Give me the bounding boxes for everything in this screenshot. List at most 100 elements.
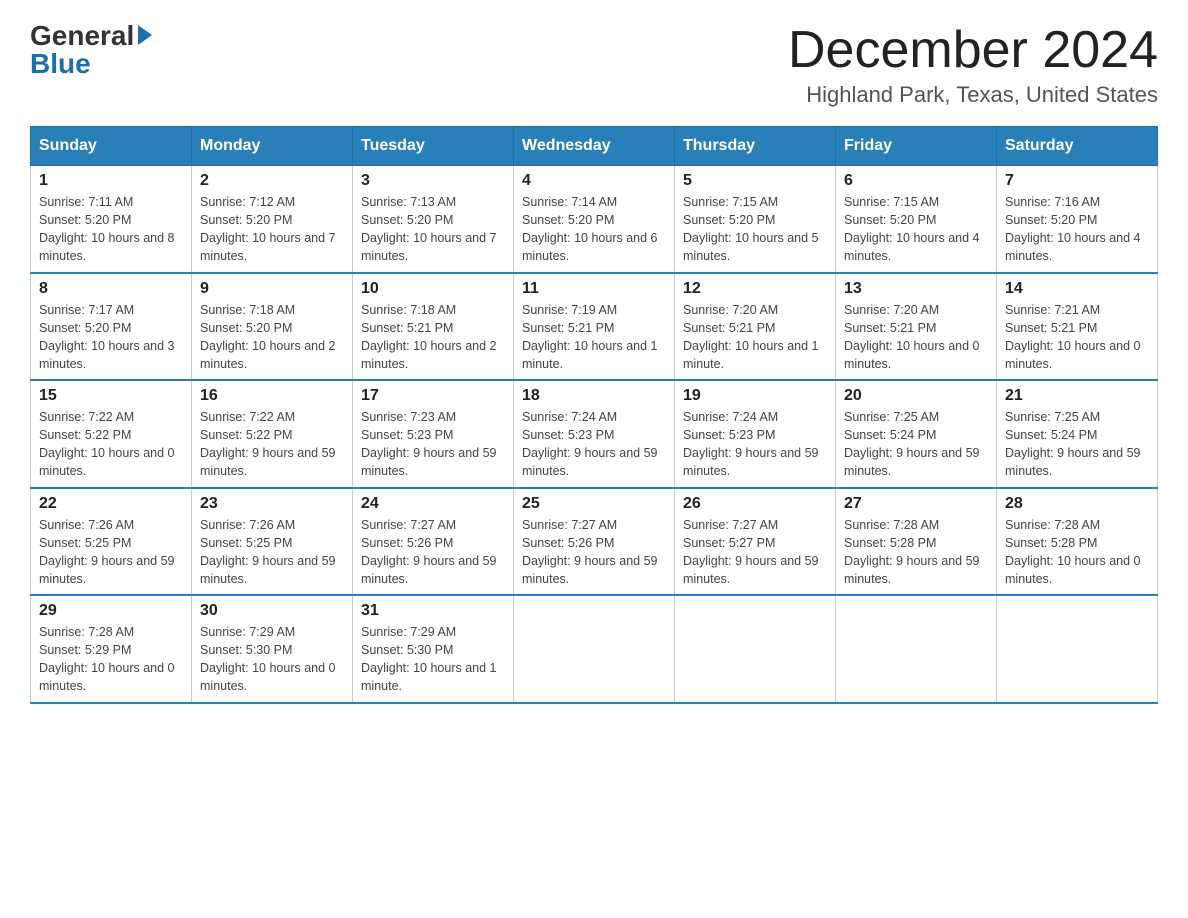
- calendar-cell: 7 Sunrise: 7:16 AM Sunset: 5:20 PM Dayli…: [997, 166, 1158, 273]
- day-number: 13: [844, 280, 988, 298]
- day-number: 26: [683, 495, 827, 513]
- day-number: 10: [361, 280, 505, 298]
- calendar-cell: 13 Sunrise: 7:20 AM Sunset: 5:21 PM Dayl…: [836, 273, 997, 381]
- month-title: December 2024: [788, 20, 1158, 80]
- calendar-cell: 15 Sunrise: 7:22 AM Sunset: 5:22 PM Dayl…: [31, 380, 192, 488]
- day-info: Sunrise: 7:28 AM Sunset: 5:28 PM Dayligh…: [844, 516, 988, 589]
- calendar-cell: 26 Sunrise: 7:27 AM Sunset: 5:27 PM Dayl…: [675, 488, 836, 596]
- calendar-cell: 17 Sunrise: 7:23 AM Sunset: 5:23 PM Dayl…: [353, 380, 514, 488]
- day-number: 24: [361, 495, 505, 513]
- calendar-cell: 25 Sunrise: 7:27 AM Sunset: 5:26 PM Dayl…: [514, 488, 675, 596]
- day-info: Sunrise: 7:19 AM Sunset: 5:21 PM Dayligh…: [522, 301, 666, 374]
- calendar-cell: 5 Sunrise: 7:15 AM Sunset: 5:20 PM Dayli…: [675, 166, 836, 273]
- day-number: 18: [522, 387, 666, 405]
- day-number: 27: [844, 495, 988, 513]
- calendar-cell: 6 Sunrise: 7:15 AM Sunset: 5:20 PM Dayli…: [836, 166, 997, 273]
- day-number: 9: [200, 280, 344, 298]
- calendar-cell: 30 Sunrise: 7:29 AM Sunset: 5:30 PM Dayl…: [192, 595, 353, 703]
- day-number: 5: [683, 172, 827, 190]
- calendar-cell: 1 Sunrise: 7:11 AM Sunset: 5:20 PM Dayli…: [31, 166, 192, 273]
- calendar-cell: 27 Sunrise: 7:28 AM Sunset: 5:28 PM Dayl…: [836, 488, 997, 596]
- day-info: Sunrise: 7:20 AM Sunset: 5:21 PM Dayligh…: [844, 301, 988, 374]
- day-info: Sunrise: 7:18 AM Sunset: 5:21 PM Dayligh…: [361, 301, 505, 374]
- day-info: Sunrise: 7:26 AM Sunset: 5:25 PM Dayligh…: [200, 516, 344, 589]
- day-info: Sunrise: 7:13 AM Sunset: 5:20 PM Dayligh…: [361, 193, 505, 266]
- calendar-cell: 10 Sunrise: 7:18 AM Sunset: 5:21 PM Dayl…: [353, 273, 514, 381]
- day-info: Sunrise: 7:22 AM Sunset: 5:22 PM Dayligh…: [39, 408, 183, 481]
- week-row-5: 29 Sunrise: 7:28 AM Sunset: 5:29 PM Dayl…: [31, 595, 1158, 703]
- day-number: 15: [39, 387, 183, 405]
- calendar-cell: 21 Sunrise: 7:25 AM Sunset: 5:24 PM Dayl…: [997, 380, 1158, 488]
- title-area: December 2024 Highland Park, Texas, Unit…: [788, 20, 1158, 108]
- day-info: Sunrise: 7:20 AM Sunset: 5:21 PM Dayligh…: [683, 301, 827, 374]
- day-number: 30: [200, 602, 344, 620]
- calendar-cell: [514, 595, 675, 703]
- calendar-cell: [675, 595, 836, 703]
- calendar-cell: 16 Sunrise: 7:22 AM Sunset: 5:22 PM Dayl…: [192, 380, 353, 488]
- day-info: Sunrise: 7:26 AM Sunset: 5:25 PM Dayligh…: [39, 516, 183, 589]
- week-row-1: 1 Sunrise: 7:11 AM Sunset: 5:20 PM Dayli…: [31, 166, 1158, 273]
- day-number: 2: [200, 172, 344, 190]
- day-info: Sunrise: 7:25 AM Sunset: 5:24 PM Dayligh…: [844, 408, 988, 481]
- logo: General Blue: [30, 20, 152, 80]
- day-info: Sunrise: 7:18 AM Sunset: 5:20 PM Dayligh…: [200, 301, 344, 374]
- week-row-4: 22 Sunrise: 7:26 AM Sunset: 5:25 PM Dayl…: [31, 488, 1158, 596]
- calendar-cell: [997, 595, 1158, 703]
- day-number: 31: [361, 602, 505, 620]
- calendar-cell: 22 Sunrise: 7:26 AM Sunset: 5:25 PM Dayl…: [31, 488, 192, 596]
- day-number: 20: [844, 387, 988, 405]
- day-info: Sunrise: 7:21 AM Sunset: 5:21 PM Dayligh…: [1005, 301, 1149, 374]
- day-number: 22: [39, 495, 183, 513]
- day-number: 3: [361, 172, 505, 190]
- day-number: 29: [39, 602, 183, 620]
- day-number: 7: [1005, 172, 1149, 190]
- day-info: Sunrise: 7:29 AM Sunset: 5:30 PM Dayligh…: [200, 623, 344, 696]
- calendar-cell: 4 Sunrise: 7:14 AM Sunset: 5:20 PM Dayli…: [514, 166, 675, 273]
- page-header: General Blue December 2024 Highland Park…: [30, 20, 1158, 108]
- calendar-cell: 2 Sunrise: 7:12 AM Sunset: 5:20 PM Dayli…: [192, 166, 353, 273]
- logo-triangle-icon: [138, 25, 152, 45]
- calendar-cell: 18 Sunrise: 7:24 AM Sunset: 5:23 PM Dayl…: [514, 380, 675, 488]
- header-friday: Friday: [836, 127, 997, 166]
- day-number: 25: [522, 495, 666, 513]
- calendar-cell: 11 Sunrise: 7:19 AM Sunset: 5:21 PM Dayl…: [514, 273, 675, 381]
- day-info: Sunrise: 7:11 AM Sunset: 5:20 PM Dayligh…: [39, 193, 183, 266]
- day-number: 4: [522, 172, 666, 190]
- location-title: Highland Park, Texas, United States: [788, 82, 1158, 108]
- calendar-cell: 28 Sunrise: 7:28 AM Sunset: 5:28 PM Dayl…: [997, 488, 1158, 596]
- week-row-2: 8 Sunrise: 7:17 AM Sunset: 5:20 PM Dayli…: [31, 273, 1158, 381]
- calendar-cell: 12 Sunrise: 7:20 AM Sunset: 5:21 PM Dayl…: [675, 273, 836, 381]
- calendar-cell: 19 Sunrise: 7:24 AM Sunset: 5:23 PM Dayl…: [675, 380, 836, 488]
- calendar-cell: 8 Sunrise: 7:17 AM Sunset: 5:20 PM Dayli…: [31, 273, 192, 381]
- logo-blue-text: Blue: [30, 48, 91, 80]
- calendar-cell: 14 Sunrise: 7:21 AM Sunset: 5:21 PM Dayl…: [997, 273, 1158, 381]
- day-info: Sunrise: 7:24 AM Sunset: 5:23 PM Dayligh…: [683, 408, 827, 481]
- calendar-table: SundayMondayTuesdayWednesdayThursdayFrid…: [30, 126, 1158, 704]
- day-number: 11: [522, 280, 666, 298]
- day-info: Sunrise: 7:29 AM Sunset: 5:30 PM Dayligh…: [361, 623, 505, 696]
- calendar-cell: 31 Sunrise: 7:29 AM Sunset: 5:30 PM Dayl…: [353, 595, 514, 703]
- day-info: Sunrise: 7:14 AM Sunset: 5:20 PM Dayligh…: [522, 193, 666, 266]
- day-number: 19: [683, 387, 827, 405]
- calendar-cell: 23 Sunrise: 7:26 AM Sunset: 5:25 PM Dayl…: [192, 488, 353, 596]
- day-info: Sunrise: 7:27 AM Sunset: 5:26 PM Dayligh…: [522, 516, 666, 589]
- day-number: 1: [39, 172, 183, 190]
- header-thursday: Thursday: [675, 127, 836, 166]
- day-number: 23: [200, 495, 344, 513]
- calendar-cell: 29 Sunrise: 7:28 AM Sunset: 5:29 PM Dayl…: [31, 595, 192, 703]
- calendar-cell: 20 Sunrise: 7:25 AM Sunset: 5:24 PM Dayl…: [836, 380, 997, 488]
- day-number: 21: [1005, 387, 1149, 405]
- day-info: Sunrise: 7:23 AM Sunset: 5:23 PM Dayligh…: [361, 408, 505, 481]
- calendar-cell: 24 Sunrise: 7:27 AM Sunset: 5:26 PM Dayl…: [353, 488, 514, 596]
- header-monday: Monday: [192, 127, 353, 166]
- day-info: Sunrise: 7:16 AM Sunset: 5:20 PM Dayligh…: [1005, 193, 1149, 266]
- day-number: 6: [844, 172, 988, 190]
- day-info: Sunrise: 7:17 AM Sunset: 5:20 PM Dayligh…: [39, 301, 183, 374]
- header-wednesday: Wednesday: [514, 127, 675, 166]
- day-info: Sunrise: 7:27 AM Sunset: 5:26 PM Dayligh…: [361, 516, 505, 589]
- header-sunday: Sunday: [31, 127, 192, 166]
- day-info: Sunrise: 7:28 AM Sunset: 5:29 PM Dayligh…: [39, 623, 183, 696]
- day-number: 17: [361, 387, 505, 405]
- day-info: Sunrise: 7:25 AM Sunset: 5:24 PM Dayligh…: [1005, 408, 1149, 481]
- day-info: Sunrise: 7:28 AM Sunset: 5:28 PM Dayligh…: [1005, 516, 1149, 589]
